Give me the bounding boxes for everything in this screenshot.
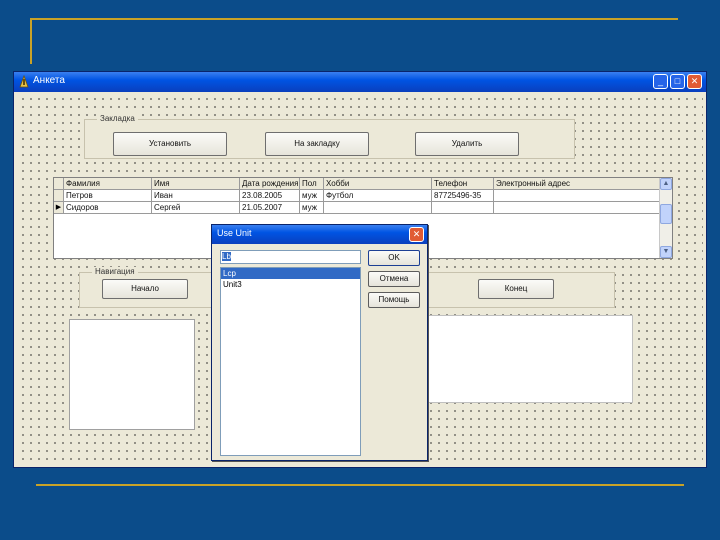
navigation-group-label: Навигация: [92, 267, 138, 277]
column-header[interactable]: Хобби: [324, 178, 432, 190]
table-cell[interactable]: Петров: [64, 190, 152, 202]
unit-name-input[interactable]: Lb: [220, 250, 361, 264]
grid-vertical-scrollbar[interactable]: ▲ ▼: [659, 178, 672, 258]
table-cell[interactable]: [432, 202, 494, 214]
table-cell[interactable]: Сергей: [152, 202, 240, 214]
scroll-up-arrow-icon[interactable]: ▲: [660, 178, 672, 190]
delete-bookmark-button[interactable]: Удалить: [415, 132, 519, 156]
first-record-button[interactable]: Начало: [102, 279, 188, 299]
dialog-close-button[interactable]: ✕: [409, 227, 424, 242]
table-cell[interactable]: 21.05.2007: [240, 202, 300, 214]
row-indicator: [54, 190, 64, 202]
window-titlebar[interactable]: Анкета _ □ ✕: [14, 72, 706, 92]
table-cell[interactable]: 23.08.2005: [240, 190, 300, 202]
goto-bookmark-button[interactable]: На закладку: [265, 132, 369, 156]
table-cell[interactable]: [494, 190, 661, 202]
column-header[interactable]: Телефон: [432, 178, 494, 190]
table-cell[interactable]: [494, 202, 661, 214]
dialog-titlebar[interactable]: Use Unit ✕: [212, 225, 427, 244]
list-item[interactable]: Lcp: [221, 268, 360, 279]
table-cell[interactable]: 87725496-35: [432, 190, 494, 202]
table-cell[interactable]: [324, 202, 432, 214]
column-header[interactable]: Дата рождения: [240, 178, 300, 190]
last-record-button[interactable]: Конец: [478, 279, 554, 299]
window-title: Анкета: [33, 75, 65, 86]
slide-rule-bottom: [36, 484, 684, 486]
grid-header-indicator: [54, 178, 64, 190]
table-cell[interactable]: муж: [300, 190, 324, 202]
photo-panel[interactable]: [69, 319, 195, 430]
slide-frame-top: [30, 18, 678, 64]
dialog-title: Use Unit: [217, 228, 252, 238]
unit-name-input-value: Lb: [222, 252, 231, 261]
table-cell[interactable]: Сидоров: [64, 202, 152, 214]
delphi-app-icon: [19, 75, 29, 88]
help-button[interactable]: Помощь: [368, 292, 420, 308]
set-bookmark-button[interactable]: Установить: [113, 132, 227, 156]
maximize-button[interactable]: □: [670, 74, 685, 89]
column-header[interactable]: Имя: [152, 178, 240, 190]
bookmarks-group-label: Закладка: [97, 114, 138, 124]
use-unit-dialog: Use Unit ✕ Lb Lcp Unit3 OK Отмена Помощь: [211, 224, 428, 461]
column-header[interactable]: Фамилия: [64, 178, 152, 190]
minimize-button[interactable]: _: [653, 74, 668, 89]
bookmarks-group: Закладка Установить На закладку Удалить: [84, 114, 575, 159]
memo-panel[interactable]: [427, 315, 633, 403]
cancel-button[interactable]: Отмена: [368, 271, 420, 287]
table-cell[interactable]: Футбол: [324, 190, 432, 202]
close-button[interactable]: ✕: [687, 74, 702, 89]
list-item[interactable]: Unit3: [221, 279, 360, 290]
table-cell[interactable]: Иван: [152, 190, 240, 202]
table-cell[interactable]: муж: [300, 202, 324, 214]
current-row-indicator: ▶: [54, 202, 64, 214]
column-header[interactable]: Пол: [300, 178, 324, 190]
scroll-thumb[interactable]: [660, 204, 672, 224]
column-header[interactable]: Электронный адрес: [494, 178, 661, 190]
ok-button[interactable]: OK: [368, 250, 420, 266]
unit-list[interactable]: Lcp Unit3: [220, 267, 361, 456]
scroll-down-arrow-icon[interactable]: ▼: [660, 246, 672, 258]
